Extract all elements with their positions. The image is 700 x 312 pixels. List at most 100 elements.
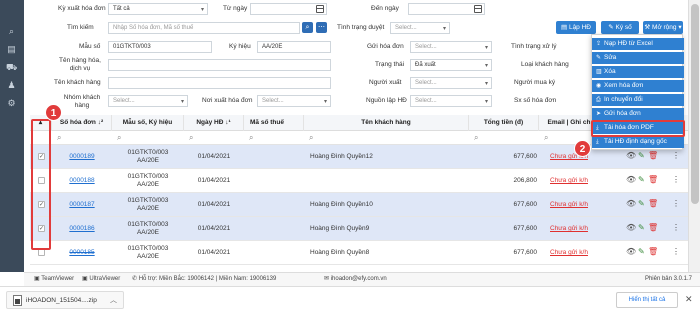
ultraviewer-link[interactable]: ▣ UltraViewer xyxy=(82,273,120,286)
email-status-link[interactable]: Chưa gửi k/h xyxy=(550,201,588,208)
trash-icon[interactable]: 🗑 xyxy=(648,175,658,184)
header-ten-khach-hang[interactable]: Tên khách hàng xyxy=(304,115,469,131)
edit-icon[interactable]: ✎ xyxy=(638,175,645,184)
search-icon[interactable]: ⌕ xyxy=(117,133,121,143)
menu-item-tai-goc[interactable]: ⤓ Tải HĐ định dạng gốc xyxy=(592,136,684,148)
email-status-link[interactable]: Chưa gửi k/h xyxy=(550,225,588,232)
invoice-number-link[interactable]: 0000189 xyxy=(52,153,112,160)
menu-item-sua[interactable]: ✎ Sửa xyxy=(592,52,684,64)
callout-1: 1 xyxy=(45,104,62,121)
calendar-icon[interactable] xyxy=(474,5,482,13)
trash-icon[interactable]: 🗑 xyxy=(648,223,658,232)
close-icon[interactable]: ✕ xyxy=(685,294,693,305)
menu-item-xoa[interactable]: ▥ Xóa xyxy=(592,66,684,78)
search-icon[interactable]: ⌕ xyxy=(6,26,17,37)
email-status-link[interactable]: Chưa gửi k/h xyxy=(550,249,588,256)
trash-icon[interactable]: 🗑 xyxy=(648,247,658,256)
eye-icon[interactable]: 👁 xyxy=(626,151,636,160)
users-icon[interactable]: ♟ xyxy=(6,80,17,91)
more-vertical-icon[interactable]: ⋮ xyxy=(672,175,680,184)
nguoi-xuat-select[interactable]: Select... xyxy=(410,77,492,89)
email-status-link[interactable]: Chưa gửi k/h xyxy=(550,177,588,184)
search-icon[interactable]: ⌕ xyxy=(544,133,548,143)
nguon-lap-hd-select[interactable]: Select... xyxy=(410,95,492,107)
noi-xuat-select[interactable]: Select... xyxy=(257,95,331,107)
edit-icon[interactable]: ✎ xyxy=(638,247,645,256)
show-all-button[interactable]: Hiển thị tất cả xyxy=(616,292,678,308)
gui-hoa-don-select[interactable]: Select... xyxy=(410,41,492,53)
sort-icon[interactable]: ↓¹ xyxy=(225,119,230,126)
ky-so-label: Ký số xyxy=(615,24,632,31)
ky-xuat-select[interactable]: Tất cả xyxy=(108,3,208,15)
invoice-number-link[interactable]: 0000188 xyxy=(52,177,112,184)
eye-icon[interactable]: 👁 xyxy=(626,247,636,256)
header-ngay-hd[interactable]: Ngày HĐ ↓¹ xyxy=(184,115,244,131)
calendar-icon[interactable] xyxy=(316,5,324,13)
menu-item-gui-hoa-don[interactable]: ➤ Gửi hóa đơn xyxy=(592,108,684,120)
eye-icon[interactable]: 👁 xyxy=(626,199,636,208)
header-mau-so[interactable]: Mẫu số, Ký hiệu xyxy=(112,115,184,131)
search-icon[interactable]: ⌕ xyxy=(249,133,253,143)
table-row[interactable]: ✓ 0000187 01GTKT0/003 AA/20E 01/04/2021 H… xyxy=(30,193,688,217)
download-item[interactable]: iHOADON_151504....zip ︿ xyxy=(6,291,124,309)
search-icon[interactable]: ⌕ xyxy=(189,133,193,143)
more-options-button[interactable]: ⋯ xyxy=(316,22,327,33)
ky-so-button[interactable]: ✎ Ký số xyxy=(601,21,639,34)
chevron-up-icon[interactable]: ︿ xyxy=(110,295,117,305)
ten-hang-hoa-input[interactable] xyxy=(108,59,331,71)
mau-so-input[interactable]: 01GTKT0/003 xyxy=(108,41,212,53)
scrollbar-thumb[interactable] xyxy=(691,4,699,204)
ten-khach-hang-cell: Hoàng Đình Quyền12 xyxy=(310,153,373,160)
eye-icon[interactable]: 👁 xyxy=(626,175,636,184)
search-icon[interactable]: ⌕ xyxy=(309,133,313,143)
invoice-number-link[interactable]: 0000186 xyxy=(52,225,112,232)
den-ngay-input[interactable] xyxy=(408,3,485,15)
mo-rong-button[interactable]: ⚒ Mở rộng ▾ xyxy=(643,21,683,34)
mail-icon: ✉ xyxy=(324,276,331,282)
gear-icon[interactable]: ⚙ xyxy=(6,98,17,109)
more-vertical-icon[interactable]: ⋮ xyxy=(672,151,680,160)
tinh-trang-duyet-select[interactable]: Select... xyxy=(390,22,450,34)
search-icon[interactable]: ⌕ xyxy=(474,133,478,143)
more-vertical-icon[interactable]: ⋮ xyxy=(672,247,680,256)
more-vertical-icon[interactable]: ⋮ xyxy=(672,199,680,208)
search-button[interactable]: ⌕ xyxy=(302,22,313,33)
table-row[interactable]: 0000185 01GTKT0/003 AA/20E 01/04/2021 Hoà… xyxy=(30,241,688,265)
tu-ngay-input[interactable] xyxy=(250,3,327,15)
invoice-number-link[interactable]: 0000185 xyxy=(52,249,112,256)
edit-icon[interactable]: ✎ xyxy=(638,223,645,232)
table-row[interactable]: ✓ 0000186 01GTKT0/003 AA/20E 01/04/2021 H… xyxy=(30,217,688,241)
header-tong-tien[interactable]: Tổng tiền (đ) xyxy=(469,115,539,131)
sort-icon[interactable]: ↓² xyxy=(98,119,103,126)
tong-tien-cell: 677,600 xyxy=(513,153,538,160)
trash-icon[interactable]: 🗑 xyxy=(648,199,658,208)
table-row[interactable]: 0000188 01GTKT0/003 AA/20E 01/04/2021 206… xyxy=(30,169,688,193)
invoice-number-link[interactable]: 0000187 xyxy=(52,201,112,208)
nguoi-xuat-label: Người xuất xyxy=(369,79,402,86)
search-input[interactable]: Nhập Số hóa đơn, Mã số thuế xyxy=(108,22,300,34)
more-vertical-icon[interactable]: ⋮ xyxy=(672,223,680,232)
eye-icon[interactable]: 👁 xyxy=(626,223,636,232)
cart-icon[interactable]: ⛟ xyxy=(6,62,17,73)
edit-icon[interactable]: ✎ xyxy=(638,151,645,160)
support-email[interactable]: ✉ ihoadon@efy.com.vn xyxy=(324,273,387,286)
menu-item-xem-hoa-don[interactable]: ◉ Xem hóa đơn xyxy=(592,80,684,92)
header-email[interactable]: Email | Ghi ch xyxy=(539,115,599,131)
search-icon[interactable]: ⌕ xyxy=(57,133,61,143)
lap-hd-button[interactable]: ▤ Lập HĐ xyxy=(556,21,596,34)
nhom-khach-hang-select[interactable]: Select... xyxy=(108,95,188,107)
trang-thai-select[interactable]: Đã xuất xyxy=(410,59,492,71)
vertical-scrollbar[interactable] xyxy=(688,0,700,272)
ten-khach-hang-input[interactable] xyxy=(108,77,331,89)
edit-icon[interactable]: ✎ xyxy=(638,199,645,208)
tong-tien-cell: 677,600 xyxy=(513,225,538,232)
document-icon[interactable]: ▤ xyxy=(6,44,17,55)
menu-item-nap-excel[interactable]: ⇪ Nạp HĐ từ Excel xyxy=(592,38,684,50)
row-checkbox[interactable] xyxy=(38,249,45,256)
menu-item-in-chuyen-doi[interactable]: ⎙ In chuyển đổi xyxy=(592,94,684,106)
header-so-hoa-don[interactable]: Số hóa đơn ↓² xyxy=(52,115,112,131)
teamviewer-link[interactable]: ▣ TeamViewer xyxy=(34,273,74,286)
header-ma-so-thue[interactable]: Mã số thuế xyxy=(244,115,304,131)
trash-icon[interactable]: 🗑 xyxy=(648,151,658,160)
ky-hieu-input[interactable]: AA/20E xyxy=(257,41,331,53)
